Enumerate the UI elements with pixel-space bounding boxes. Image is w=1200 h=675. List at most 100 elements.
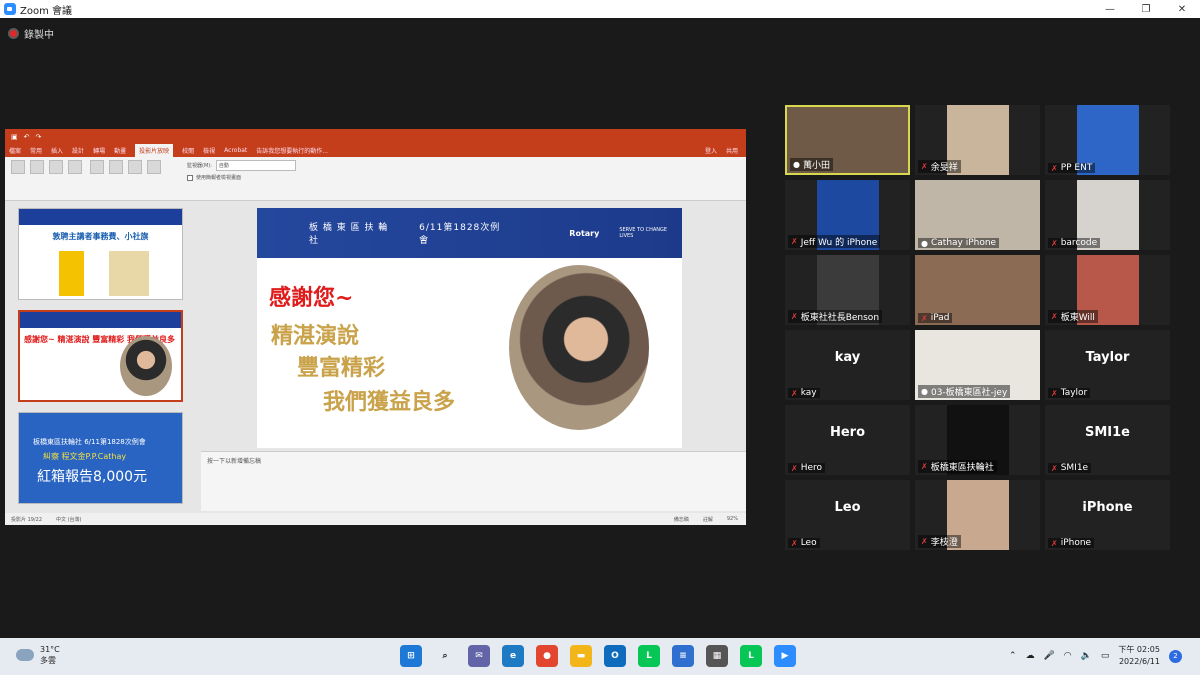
tab-insert[interactable]: 插入: [51, 146, 63, 155]
slideshow-icon: [11, 160, 25, 174]
notepad-icon[interactable]: ≡: [672, 645, 694, 667]
custom-show-button[interactable]: [68, 160, 82, 174]
participant-tile[interactable]: ✗ iPad: [915, 255, 1040, 325]
tab-acrobat[interactable]: Acrobat: [224, 147, 247, 154]
tell-me-search[interactable]: 告訴我您想要執行的動作...: [256, 146, 328, 155]
tab-transitions[interactable]: 轉場: [93, 146, 105, 155]
edge-icon[interactable]: e: [502, 645, 524, 667]
participant-tile[interactable]: ✗ barcode: [1045, 180, 1170, 250]
comments-button[interactable]: 註解: [703, 516, 713, 523]
from-beginning-button[interactable]: [11, 160, 25, 174]
participant-name: 板東Will: [1060, 313, 1095, 323]
participant-name: Cathay iPhone: [930, 238, 997, 248]
participant-tile[interactable]: Hero ✗ Hero: [785, 405, 910, 475]
from-current-button[interactable]: [30, 160, 44, 174]
participant-tile[interactable]: kay ✗ kay: [785, 330, 910, 400]
start-icon[interactable]: ⊞: [400, 645, 422, 667]
participant-tile[interactable]: ✗ Jeff Wu 的 iPhone: [785, 180, 910, 250]
monitor-label: 監視器(M):: [187, 163, 212, 169]
battery-icon[interactable]: ▭: [1101, 651, 1110, 661]
participant-tile[interactable]: ✗ 李枝澄: [915, 480, 1040, 550]
participant-tile[interactable]: ● 萬小田: [785, 105, 910, 175]
zoom-app-icon[interactable]: ▶: [774, 645, 796, 667]
serve-slogan: SERVE TO CHANGE LIVES: [619, 227, 668, 239]
mic-muted-icon: ✗: [1051, 238, 1058, 248]
outlook-icon[interactable]: O: [604, 645, 626, 667]
tab-view[interactable]: 檢視: [203, 146, 215, 155]
participant-display-name: Hero: [829, 425, 866, 440]
rehearse-button[interactable]: [128, 160, 142, 174]
volume-icon[interactable]: 🔈: [1081, 651, 1092, 661]
tab-review[interactable]: 校閱: [182, 146, 194, 155]
participant-tile[interactable]: ✗ 板橋東區扶輪社: [915, 405, 1040, 475]
participant-tile[interactable]: ✗ PP ENT: [1045, 105, 1170, 175]
tab-home[interactable]: 常用: [30, 146, 42, 155]
participant-name: iPhone: [1060, 538, 1092, 548]
tab-file[interactable]: 檔案: [9, 146, 21, 155]
clock[interactable]: 下午 02:05 2022/6/11: [1118, 644, 1160, 668]
participant-name-label: ✗ PP ENT: [1048, 163, 1096, 173]
hide-icon: [109, 160, 123, 174]
onedrive-icon[interactable]: ☁: [1026, 651, 1035, 661]
restore-button[interactable]: ❐: [1128, 0, 1164, 18]
weather-widget[interactable]: 31°C 多雲: [16, 644, 60, 666]
minimize-button[interactable]: —: [1092, 0, 1128, 18]
recording-label: 錄製中: [24, 30, 54, 41]
thumb-header-text: 板橋東區扶輪社 6/11第1828次例會: [33, 438, 146, 446]
signin-link[interactable]: 登入: [705, 146, 717, 155]
redo-icon[interactable]: ↷: [36, 133, 42, 141]
participant-tile[interactable]: ✗ 板東Will: [1045, 255, 1170, 325]
undo-icon[interactable]: ↶: [24, 133, 30, 141]
record-show-button[interactable]: [147, 160, 161, 174]
mic-icon[interactable]: 🎤: [1044, 651, 1055, 661]
participant-tile[interactable]: Taylor ✗ Taylor: [1045, 330, 1170, 400]
monitor-select[interactable]: 自動: [215, 160, 296, 171]
mic-muted-icon: ✗: [791, 463, 798, 473]
language-indicator[interactable]: 中文 (台灣): [56, 516, 82, 523]
participant-name: Jeff Wu 的 iPhone: [800, 238, 878, 248]
participant-tile[interactable]: ✗ 板東社社長Benson: [785, 255, 910, 325]
line-app-icon[interactable]: L: [740, 645, 762, 667]
chrome-icon[interactable]: ●: [536, 645, 558, 667]
participant-name-label: ✗ 余旻祥: [918, 160, 961, 173]
mic-muted-icon: ✗: [1051, 312, 1058, 321]
tab-animations[interactable]: 動畫: [114, 146, 126, 155]
tab-design[interactable]: 設計: [72, 146, 84, 155]
thumbnail-19[interactable]: 19 感謝您~ 精湛演說 豐富精彩 我們獲益良多: [18, 310, 183, 402]
search-icon[interactable]: ⌕: [434, 645, 456, 667]
zoom-level[interactable]: 92%: [727, 516, 738, 522]
participant-tile[interactable]: SMI1e ✗ SMI1e: [1045, 405, 1170, 475]
thumbnail-18[interactable]: 18 敦聘主講者事務費、小社旗: [18, 208, 183, 300]
thumbnail-20[interactable]: 20 板橋東區扶輪社 6/11第1828次例會 糾察 程文金P.P.Cathay…: [18, 412, 183, 504]
slide-counter: 投影片 19/22: [11, 516, 42, 523]
participant-tile[interactable]: ● Cathay iPhone: [915, 180, 1040, 250]
notification-badge[interactable]: 2: [1169, 649, 1182, 663]
wifi-icon[interactable]: ◠: [1064, 651, 1072, 661]
save-icon[interactable]: ▣: [11, 133, 18, 141]
share-button[interactable]: 共用: [726, 146, 738, 155]
close-button[interactable]: ✕: [1164, 0, 1200, 18]
chevron-up-icon[interactable]: ⌃: [1009, 651, 1017, 661]
participant-name: Hero: [800, 463, 823, 473]
recording-indicator[interactable]: 錄製中: [8, 26, 54, 41]
participant-tile[interactable]: iPhone ✗ iPhone: [1045, 480, 1170, 550]
calculator-icon[interactable]: ▦: [706, 645, 728, 667]
participant-tile[interactable]: Leo ✗ Leo: [785, 480, 910, 550]
tab-slideshow[interactable]: 投影片放映: [135, 144, 174, 157]
notes-pane[interactable]: 按一下以新增備忘稿: [201, 451, 746, 511]
hide-slide-button[interactable]: [109, 160, 123, 174]
participant-name: SMI1e: [1060, 463, 1089, 473]
notes-button[interactable]: 備忘稿: [674, 516, 689, 523]
online-present-button[interactable]: [49, 160, 63, 174]
line-icon[interactable]: L: [638, 645, 660, 667]
taskbar-apps: ⊞ ⌕ ✉ e ● ▬ O L ≡ ▦ L ▶: [400, 645, 796, 667]
participant-tile[interactable]: ● 03-板橋東區社-jey: [915, 330, 1040, 400]
setup-show-button[interactable]: [90, 160, 104, 174]
slide-thumbnails: 18 敦聘主講者事務費、小社旗 19 感謝您~ 精湛演說 豐富精彩 我們獲益良多…: [5, 202, 195, 512]
file-explorer-icon[interactable]: ▬: [570, 645, 592, 667]
chat-icon[interactable]: ✉: [468, 645, 490, 667]
window-title: Zoom 會議: [20, 5, 73, 17]
participant-tile[interactable]: ✗ 余旻祥: [915, 105, 1040, 175]
ppt-ribbon: 監視器(M): 自動 使用簡報者檢視畫面: [5, 157, 746, 201]
presenter-view-checkbox[interactable]: [187, 174, 193, 181]
